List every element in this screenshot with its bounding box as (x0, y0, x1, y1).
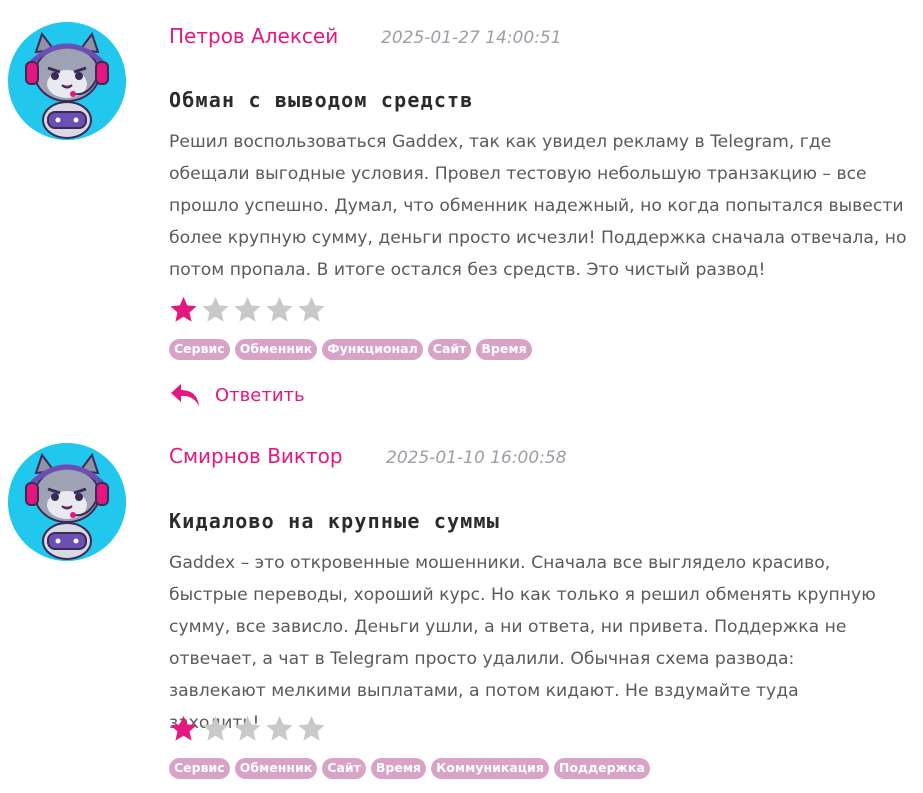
tag-badge[interactable]: Обменник (234, 758, 318, 779)
user-avatar (8, 443, 126, 561)
rating-stars (169, 714, 326, 744)
tag-badge[interactable]: Сервис (169, 758, 230, 779)
reply-arrow-icon (171, 384, 199, 406)
review-author[interactable]: Петров Алексей (169, 24, 338, 48)
rating-stars (169, 295, 326, 325)
star-icon (298, 715, 325, 741)
tag-badge[interactable]: Функционал (322, 339, 423, 360)
tag-badge[interactable]: Обменник (234, 339, 318, 360)
review-card: Смирнов Виктор 2025-01-10 16:00:58 Кидал… (0, 420, 923, 793)
user-avatar (8, 22, 126, 140)
review-text: Gaddex – это откровенные мошенники. Снач… (169, 553, 876, 733)
review-title: Обман с выводом средств (169, 88, 474, 112)
star-icon (298, 296, 325, 322)
tag-badge[interactable]: Время (370, 758, 427, 779)
star-icon (202, 715, 229, 741)
review-tags: Сервис Обменник Сайт Время Коммуникация … (169, 758, 650, 779)
tag-badge[interactable]: Коммуникация (431, 758, 549, 779)
review-author[interactable]: Смирнов Виктор (169, 444, 343, 468)
star-icon (234, 715, 261, 741)
reply-button[interactable]: Ответить (169, 382, 305, 408)
star-icon (170, 715, 197, 741)
tag-badge[interactable]: Время (476, 339, 532, 360)
review-title: Кидалово на крупные суммы (169, 509, 501, 533)
review-card: Петров Алексей 2025-01-27 14:00:51 Обман… (0, 0, 923, 420)
review-tags: Сервис Обменник Функционал Сайт Время (169, 339, 532, 360)
tag-badge[interactable]: Поддержка (553, 758, 650, 779)
star-icon (266, 296, 293, 322)
tag-badge[interactable]: Сайт (427, 339, 472, 360)
star-icon (202, 296, 229, 322)
star-icon (234, 296, 261, 322)
review-date: 2025-01-27 14:00:51 (381, 28, 562, 48)
cat-gamer-avatar-icon (8, 22, 126, 140)
tag-badge[interactable]: Сайт (322, 758, 366, 779)
cat-gamer-avatar-icon (8, 443, 126, 561)
tag-badge[interactable]: Сервис (169, 339, 230, 360)
review-date: 2025-01-10 16:00:58 (386, 448, 567, 468)
review-text: Решил воспользоваться Gaddex, так как ув… (169, 132, 907, 280)
star-icon (170, 296, 197, 322)
star-icon (266, 715, 293, 741)
reply-label[interactable]: Ответить (215, 385, 305, 406)
